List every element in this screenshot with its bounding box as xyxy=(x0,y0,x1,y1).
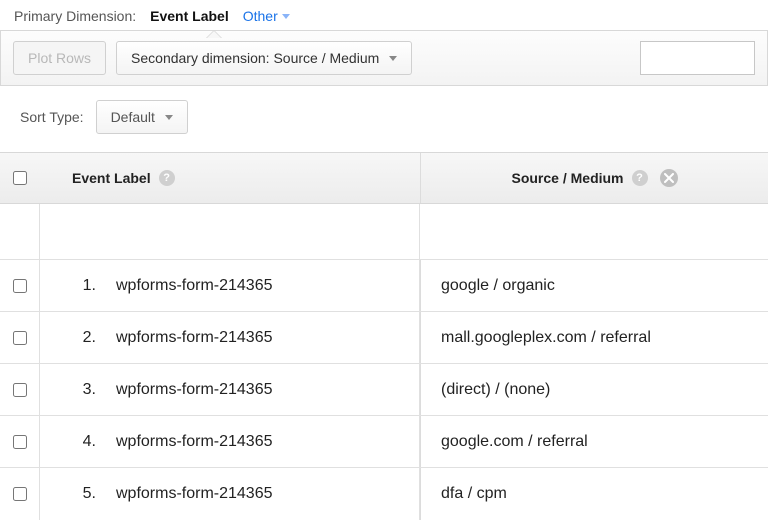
chevron-down-icon xyxy=(282,14,290,19)
row-source-medium[interactable]: (direct) / (none) xyxy=(441,381,550,399)
summary-row xyxy=(0,204,768,260)
row-event-label-cell: 1. wpforms-form-214365 xyxy=(40,260,420,311)
help-icon[interactable]: ? xyxy=(632,170,648,186)
chevron-down-icon xyxy=(165,115,173,120)
row-source-medium-cell: dfa / cpm xyxy=(420,468,768,520)
row-checkbox[interactable] xyxy=(13,279,27,293)
row-event-label-cell: 2. wpforms-form-214365 xyxy=(40,312,420,363)
table-row: 5. wpforms-form-214365 dfa / cpm xyxy=(0,468,768,520)
close-icon xyxy=(664,173,674,183)
sort-row: Sort Type: Default xyxy=(0,86,768,152)
secondary-dimension-dropdown[interactable]: Secondary dimension: Source / Medium xyxy=(116,41,412,75)
row-event-label-cell: 4. wpforms-form-214365 xyxy=(40,416,420,467)
row-event-label[interactable]: wpforms-form-214365 xyxy=(116,433,273,451)
row-check-cell xyxy=(0,416,40,467)
header-event-label[interactable]: Event Label ? xyxy=(40,170,420,186)
active-tab-notch-icon xyxy=(206,30,222,38)
row-check-cell xyxy=(0,260,40,311)
data-table: Event Label ? Source / Medium ? 1. wpform… xyxy=(0,152,768,520)
row-event-label-cell: 3. wpforms-form-214365 xyxy=(40,364,420,415)
row-event-label[interactable]: wpforms-form-214365 xyxy=(116,381,273,399)
row-event-label[interactable]: wpforms-form-214365 xyxy=(116,329,273,347)
primary-dimension-label: Primary Dimension: xyxy=(14,8,136,24)
primary-dimension-row: Primary Dimension: Event Label Other xyxy=(0,0,768,30)
row-checkbox[interactable] xyxy=(13,331,27,345)
table-row: 2. wpforms-form-214365 mall.googleplex.com… xyxy=(0,312,768,364)
row-checkbox[interactable] xyxy=(13,383,27,397)
row-check-cell xyxy=(0,312,40,363)
secondary-dimension-label: Secondary dimension: Source / Medium xyxy=(131,50,379,66)
row-source-medium-cell: (direct) / (none) xyxy=(420,364,768,415)
chevron-down-icon xyxy=(389,56,397,61)
row-checkbox[interactable] xyxy=(13,435,27,449)
table-row: 1. wpforms-form-214365 google / organic xyxy=(0,260,768,312)
header-event-label-text: Event Label xyxy=(72,170,151,186)
remove-dimension-button[interactable] xyxy=(660,169,678,187)
sort-type-value: Default xyxy=(111,109,155,125)
row-source-medium-cell: google.com / referral xyxy=(420,416,768,467)
primary-dimension-active[interactable]: Event Label xyxy=(150,8,229,24)
row-index: 3. xyxy=(72,381,108,399)
row-source-medium-cell: mall.googleplex.com / referral xyxy=(420,312,768,363)
sort-type-dropdown[interactable]: Default xyxy=(96,100,188,134)
row-source-medium[interactable]: mall.googleplex.com / referral xyxy=(441,329,651,347)
row-event-label[interactable]: wpforms-form-214365 xyxy=(116,485,273,503)
row-index: 2. xyxy=(72,329,108,347)
table-header-row: Event Label ? Source / Medium ? xyxy=(0,152,768,204)
row-event-label-cell: 5. wpforms-form-214365 xyxy=(40,468,420,520)
header-source-medium[interactable]: Source / Medium ? xyxy=(420,153,768,203)
row-source-medium-cell: google / organic xyxy=(420,260,768,311)
row-check-cell xyxy=(0,468,40,520)
primary-dimension-other[interactable]: Other xyxy=(243,8,290,24)
table-row: 3. wpforms-form-214365 (direct) / (none) xyxy=(0,364,768,416)
row-source-medium[interactable]: google / organic xyxy=(441,277,555,295)
row-event-label[interactable]: wpforms-form-214365 xyxy=(116,277,273,295)
search-input[interactable] xyxy=(640,41,755,75)
sort-type-label: Sort Type: xyxy=(20,109,84,125)
header-source-medium-text: Source / Medium xyxy=(511,170,623,186)
toolbar: Plot Rows Secondary dimension: Source / … xyxy=(0,30,768,86)
row-index: 5. xyxy=(72,485,108,503)
row-source-medium[interactable]: google.com / referral xyxy=(441,433,588,451)
row-source-medium[interactable]: dfa / cpm xyxy=(441,485,507,503)
select-all-checkbox[interactable] xyxy=(13,171,27,185)
row-check-cell xyxy=(0,364,40,415)
row-checkbox[interactable] xyxy=(13,487,27,501)
plot-rows-button[interactable]: Plot Rows xyxy=(13,41,106,75)
other-label: Other xyxy=(243,8,278,24)
select-all-cell xyxy=(0,171,40,185)
row-index: 4. xyxy=(72,433,108,451)
row-index: 1. xyxy=(72,277,108,295)
table-row: 4. wpforms-form-214365 google.com / referr… xyxy=(0,416,768,468)
help-icon[interactable]: ? xyxy=(159,170,175,186)
